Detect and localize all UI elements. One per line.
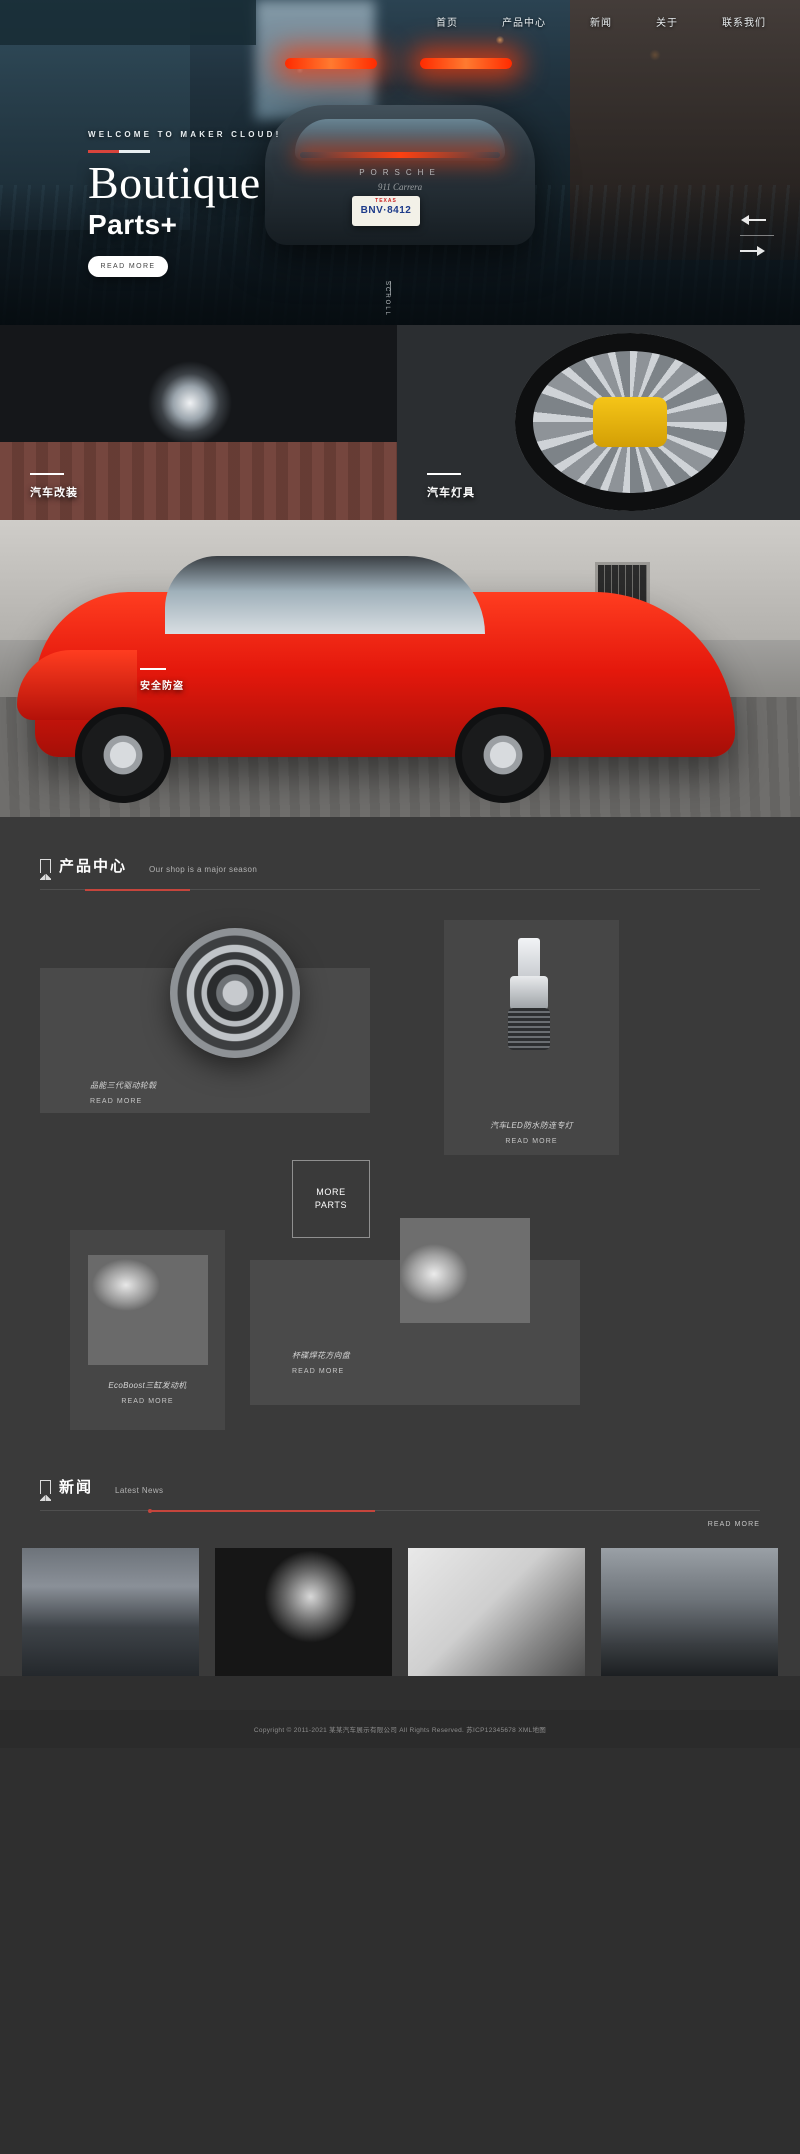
hero-welcome-text: WELCOME TO MAKER CLOUD!	[88, 130, 282, 139]
news-card-1[interactable]	[22, 1548, 199, 1676]
bookmark-icon	[39, 1479, 52, 1501]
banner-label: 安全防盗	[140, 681, 184, 692]
category-caption: 汽车灯具	[427, 473, 475, 500]
banner-wheel-front	[75, 707, 171, 803]
license-plate: TEXAS BNV·8412	[352, 196, 420, 226]
car-light-bar	[300, 152, 500, 158]
product-read-more-steering[interactable]: READ MORE	[292, 1368, 344, 1375]
bulb-fins	[508, 1008, 550, 1050]
products-title: 产品中心	[59, 858, 128, 875]
product-grid: 品能三代驱动轮毂 READ MORE 汽车LED防水防连专灯 READ MORE…	[40, 920, 760, 1430]
category-tile-lighting[interactable]: 汽车灯具	[397, 325, 800, 520]
hero-slider-arrows	[740, 205, 774, 266]
more-parts-button[interactable]: MORE PARTS	[292, 1160, 370, 1238]
products-header: 产品中心 Our shop is a major season	[0, 855, 800, 880]
product-image-engine	[88, 1255, 208, 1365]
banner-wheel-rear	[455, 707, 551, 803]
news-section: 新闻 Latest News READ MORE	[0, 1430, 800, 1676]
nav-products[interactable]: 产品中心	[480, 14, 568, 29]
category-tiles: 汽车改装 汽车灯具	[0, 325, 800, 520]
caption-rule	[427, 473, 461, 475]
main-nav: 首页 产品中心 新闻 关于 联系我们	[414, 14, 800, 29]
products-section: 产品中心 Our shop is a major season 品能三代驱动轮毂…	[0, 817, 800, 1430]
car-taillight-right	[420, 58, 512, 69]
hero-copy-block: WELCOME TO MAKER CLOUD! Boutique Parts+ …	[88, 130, 282, 278]
car-brand-text: PORSCHE	[359, 168, 441, 177]
banner-caption: 安全防盗	[140, 668, 184, 692]
hero-section: PORSCHE 911 Carrera TEXAS BNV·8412 首页 产品…	[0, 0, 800, 325]
hero-title-bold: Parts+	[88, 209, 178, 241]
product-image-steering	[400, 1218, 530, 1323]
news-title-group: 新闻	[39, 1476, 94, 1501]
logo-placeholder[interactable]	[0, 0, 256, 45]
category-tile-modification[interactable]: 汽车改装	[0, 325, 397, 520]
bulb-head	[518, 938, 540, 978]
product-label-engine: EcoBoost三缸发动机	[108, 1381, 187, 1390]
more-parts-line1: MORE	[316, 1186, 346, 1197]
news-card-3[interactable]	[408, 1548, 585, 1676]
product-label-steering: 杯碟焊花方向盘	[292, 1351, 351, 1360]
category-caption: 汽车改装	[30, 473, 78, 500]
arrow-divider	[740, 235, 774, 236]
product-read-more-wheel[interactable]: READ MORE	[90, 1098, 142, 1105]
products-subtitle: Our shop is a major season	[149, 865, 258, 874]
news-header: 新闻 Latest News	[0, 1476, 800, 1501]
scroll-indicator: SCROLL	[384, 280, 390, 317]
product-image-led	[482, 938, 577, 1058]
caption-rule	[30, 473, 64, 475]
copyright-text: Copyright © 2011-2021 某某汽车展示有限公司 All Rig…	[253, 1727, 547, 1734]
products-rule	[40, 889, 760, 891]
car-model-text: 911 Carrera	[377, 182, 423, 192]
top-navigation-bar: 首页 产品中心 新闻 关于 联系我们	[0, 0, 800, 45]
more-parts-line2: PARTS	[314, 1200, 348, 1210]
bookmark-icon	[39, 858, 52, 880]
news-rule-accent	[148, 1508, 375, 1512]
product-read-more-engine[interactable]: READ MORE	[70, 1398, 225, 1405]
category-label-modification: 汽车改装	[30, 487, 78, 499]
news-rule	[40, 1508, 760, 1512]
arrow-left-icon[interactable]	[740, 215, 766, 225]
news-card-2[interactable]	[215, 1548, 392, 1676]
product-read-more-led[interactable]: READ MORE	[444, 1138, 619, 1145]
hero-read-more-button[interactable]: READ MORE	[88, 256, 168, 278]
category-label-lighting: 汽车灯具	[427, 487, 475, 499]
bulb-body	[510, 976, 548, 1010]
site-footer: Copyright © 2011-2021 某某汽车展示有限公司 All Rig…	[0, 1710, 800, 1748]
product-label-wheel: 品能三代驱动轮毂	[90, 1081, 157, 1090]
plate-number: BNV·8412	[360, 205, 412, 216]
product-label-led: 汽车LED防水防连专灯	[490, 1121, 573, 1130]
nav-news[interactable]: 新闻	[568, 14, 634, 29]
plate-state: TEXAS	[375, 198, 397, 204]
news-card-4[interactable]	[601, 1548, 778, 1676]
arrow-right-icon[interactable]	[740, 246, 766, 256]
caption-rule	[140, 668, 166, 670]
feature-banner[interactable]: 安全防盗	[0, 520, 800, 817]
news-subtitle: Latest News	[115, 1486, 164, 1495]
nav-contact[interactable]: 联系我们	[700, 14, 788, 29]
news-read-more[interactable]: READ MORE	[0, 1511, 800, 1528]
hero-title-serif: Boutique	[88, 157, 261, 208]
news-card-grid	[0, 1528, 800, 1676]
nav-home[interactable]: 首页	[414, 14, 480, 29]
nav-about[interactable]: 关于	[634, 14, 700, 29]
products-title-group: 产品中心	[39, 855, 128, 880]
news-title: 新闻	[59, 1479, 94, 1496]
products-rule-accent	[85, 889, 190, 891]
hero-divider	[88, 150, 150, 153]
car-taillight-left	[285, 58, 377, 69]
product-image-wheel	[170, 928, 300, 1058]
